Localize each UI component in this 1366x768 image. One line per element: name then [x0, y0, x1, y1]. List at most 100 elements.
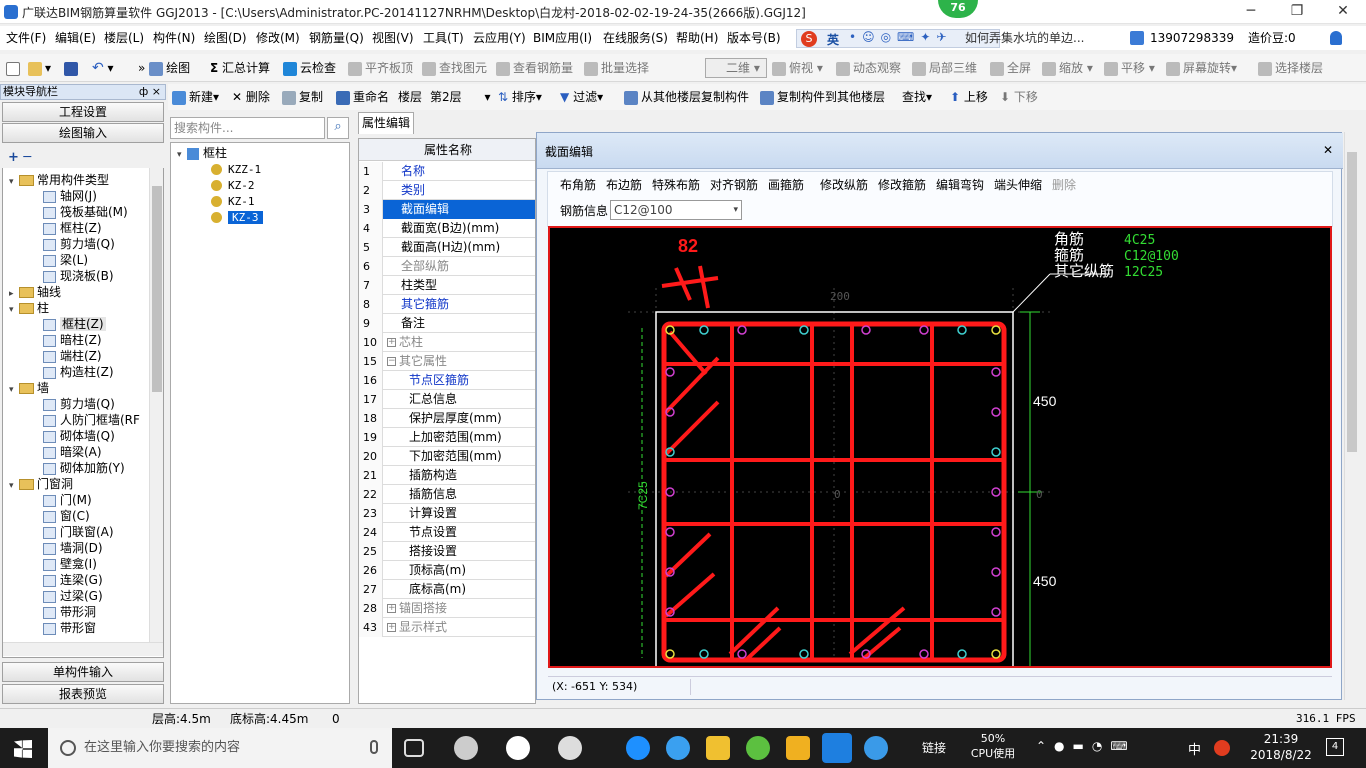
property-row[interactable]: 10 + 芯柱 — [359, 333, 535, 352]
expand-icon[interactable]: + — [387, 623, 396, 632]
right-scrollbar[interactable] — [1344, 132, 1358, 700]
property-row[interactable]: 3 截面编辑 — [359, 200, 535, 219]
ie-icon[interactable] — [666, 736, 690, 760]
tree-item[interactable]: 门(M) — [43, 492, 92, 508]
section-tool-button[interactable]: 特殊布筋 — [652, 174, 700, 196]
tree-item[interactable]: 暗梁(A) — [43, 444, 102, 460]
tree-item[interactable]: 带形窗 — [43, 620, 96, 636]
cloud-check-button[interactable]: 云检查 — [283, 54, 336, 82]
project-settings-button[interactable]: 工程设置 — [2, 102, 164, 122]
tree-item[interactable]: 连梁(G) — [43, 572, 103, 588]
expand-icon[interactable]: + — [387, 604, 396, 613]
expand-collapse-icons[interactable]: + ─ — [8, 150, 31, 165]
notes-app-icon[interactable] — [786, 736, 810, 760]
section-tool-button[interactable]: 删除 — [1052, 174, 1076, 196]
section-tool-button[interactable]: 修改箍筋 — [878, 174, 926, 196]
property-row[interactable]: 9 备注 — [359, 314, 535, 333]
tree-item[interactable]: 门联窗(A) — [43, 524, 114, 540]
rebar-bottom[interactable] — [919, 649, 929, 659]
save-button[interactable] — [64, 54, 81, 82]
tree-item[interactable]: 剪力墙(Q) — [43, 396, 115, 412]
expand-icon[interactable]: − — [387, 357, 396, 366]
pan-button[interactable]: 平移 ▾ — [1104, 54, 1155, 82]
rebar-top[interactable] — [799, 325, 809, 335]
view-mode-select[interactable]: 二维 ▾ — [705, 58, 767, 78]
component-item[interactable]: KZ-1 — [211, 193, 255, 209]
rebar-info-select[interactable]: C12@100 ▾ — [610, 200, 742, 220]
corner-rebar[interactable] — [991, 325, 1001, 335]
property-row[interactable]: 1 名称 — [359, 162, 535, 181]
expand-icon[interactable]: + — [387, 338, 396, 347]
windows-start-icon[interactable] — [14, 740, 32, 758]
rebar-bottom[interactable] — [699, 649, 709, 659]
rebar-bottom[interactable] — [957, 649, 967, 659]
component-item[interactable]: KZ-2 — [211, 177, 255, 193]
rebar-left[interactable] — [665, 527, 675, 537]
section-drawing[interactable]: 200 450 450 0 0 7C25 82 角筋 4C25 箍筋 C12@100 其… — [550, 228, 1330, 666]
flush-slab-button[interactable]: 平齐板顶 — [348, 54, 413, 82]
task-view-icon[interactable] — [404, 739, 424, 757]
green-app-icon[interactable] — [746, 736, 770, 760]
section-tool-button[interactable]: 布边筋 — [606, 174, 642, 196]
section-tool-button[interactable]: 修改纵筋 — [820, 174, 868, 196]
corner-rebar[interactable] — [991, 649, 1001, 659]
filter-button[interactable]: ▼ 过滤▾ — [560, 84, 603, 110]
menu-file[interactable]: 文件(F) — [6, 26, 46, 50]
tree-item[interactable]: 窗(C) — [43, 508, 90, 524]
single-input-button[interactable]: 单构件输入 — [2, 662, 164, 682]
rebar-bottom[interactable] — [799, 649, 809, 659]
menu-tools[interactable]: 工具(T) — [423, 26, 464, 50]
section-tool-button[interactable]: 编辑弯钩 — [936, 174, 984, 196]
menu-draw[interactable]: 绘图(D) — [204, 26, 247, 50]
dynamic-view-button[interactable]: 动态观察 — [836, 54, 901, 82]
property-row[interactable]: 22 插筋信息 — [359, 485, 535, 504]
taskbar-search-input[interactable]: 在这里输入你要搜索的内容 — [48, 728, 392, 768]
view-rebar-button[interactable]: 查看钢筋量 — [496, 54, 573, 82]
search-icon[interactable]: ⌕ — [327, 117, 349, 139]
rebar-top[interactable] — [737, 325, 747, 335]
notification-badge[interactable]: 76 — [938, 0, 978, 18]
rebar-top[interactable] — [699, 325, 709, 335]
edge-icon[interactable] — [506, 736, 530, 760]
menu-edit[interactable]: 编辑(E) — [55, 26, 96, 50]
component-root[interactable]: ▾ 框柱 — [177, 145, 227, 161]
rebar-right[interactable] — [991, 407, 1001, 417]
news-link[interactable]: 如何弄集水坑的单边... — [965, 26, 1084, 50]
menu-help[interactable]: 帮助(H) — [676, 26, 718, 50]
new-component-button[interactable]: 新建▾ — [172, 84, 219, 110]
undo-button[interactable]: ↶ ▾ — [92, 54, 114, 82]
open-button[interactable]: ▾ — [28, 54, 51, 82]
tree-item[interactable]: 暗柱(Z) — [43, 332, 102, 348]
section-canvas[interactable]: 200 450 450 0 0 7C25 82 角筋 4C25 箍筋 C12@100 其… — [548, 226, 1332, 668]
property-row[interactable]: 16 节点区箍筋 — [359, 371, 535, 390]
rebar-right[interactable] — [991, 367, 1001, 377]
tree-folder[interactable]: ▾ 柱 — [9, 300, 49, 316]
tree-scrollbar[interactable] — [149, 168, 163, 642]
tree-item[interactable]: 筏板基础(M) — [43, 204, 128, 220]
coin-balance[interactable]: 造价豆:0 — [1248, 26, 1296, 50]
property-row[interactable]: 6 全部纵筋 — [359, 257, 535, 276]
menu-view[interactable]: 视图(V) — [372, 26, 414, 50]
section-tool-button[interactable]: 布角筋 — [560, 174, 596, 196]
glodon-app-icon[interactable] — [822, 733, 852, 763]
rename-button[interactable]: 重命名 — [336, 84, 389, 110]
property-row[interactable]: 23 计算设置 — [359, 504, 535, 523]
menu-cloud[interactable]: 云应用(Y) — [473, 26, 526, 50]
copy-button[interactable]: 复制 — [282, 84, 323, 110]
glodon-g-icon[interactable] — [864, 736, 888, 760]
tree-item[interactable]: 过梁(G) — [43, 588, 103, 604]
minimize-button[interactable]: ─ — [1228, 0, 1274, 24]
new-file-button[interactable] — [6, 54, 23, 82]
tree-item[interactable]: 砌体墙(Q) — [43, 428, 115, 444]
floor-select[interactable]: 第2层 ▾ — [430, 84, 491, 110]
rotate-button[interactable]: 屏幕旋转▾ — [1166, 54, 1237, 82]
menu-floor[interactable]: 楼层(L) — [104, 26, 144, 50]
tree-folder[interactable]: ▸ 轴线 — [9, 284, 61, 300]
property-row[interactable]: 7 柱类型 — [359, 276, 535, 295]
menu-online[interactable]: 在线服务(S) — [603, 26, 668, 50]
restore-button[interactable]: ❐ — [1274, 0, 1320, 24]
property-row[interactable]: 18 保护层厚度(mm) — [359, 409, 535, 428]
rebar-top[interactable] — [919, 325, 929, 335]
find-button[interactable]: 查找▾ — [902, 84, 932, 110]
tree-item[interactable]: 带形洞 — [43, 604, 96, 620]
